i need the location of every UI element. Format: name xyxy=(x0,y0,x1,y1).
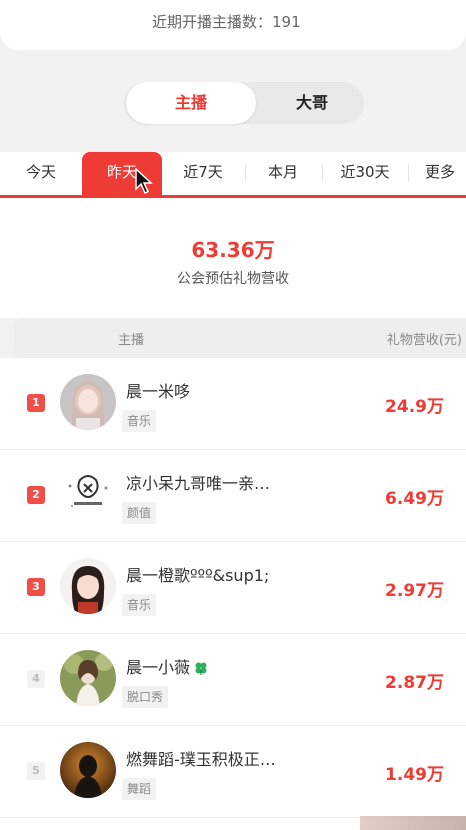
category-tag: 颜值 xyxy=(122,502,157,524)
revenue-amount: 6.49万 xyxy=(385,489,444,509)
column-revenue: 礼物营收(元) xyxy=(386,333,462,348)
column-anchor: 主播 xyxy=(118,333,145,348)
avatar[interactable] xyxy=(60,742,116,798)
tab-more[interactable]: 更多 xyxy=(414,152,466,195)
anchor-name: 晨一小薇 xyxy=(126,654,208,678)
stats-card: 近期开播主播数：191 xyxy=(0,0,466,50)
rank-badge: 5 xyxy=(27,762,45,780)
tab-divider xyxy=(408,164,409,182)
revenue-summary: 63.36万 公会预估礼物营收 xyxy=(0,198,466,318)
tab-today[interactable]: 今天 xyxy=(6,152,76,195)
text-logo-icon xyxy=(60,466,116,522)
app-screen: 近期开播主播数：191 主播 大哥 今天 昨天 近7天 本月 近30天 更多 6… xyxy=(0,0,466,830)
rank-badge: 4 xyxy=(27,670,45,688)
avatar[interactable] xyxy=(60,466,116,522)
clover-icon xyxy=(195,662,207,675)
revenue-amount: 2.87万 xyxy=(385,673,444,693)
table-row[interactable]: 5 燃舞蹈-璞玉积极正… 舞蹈 1.49万 xyxy=(0,726,466,818)
tab-30-days[interactable]: 近30天 xyxy=(326,152,404,195)
avatar[interactable] xyxy=(60,558,116,614)
table-row[interactable]: 2 凉小呆九哥唯一亲… 颜值 6.49万 xyxy=(0,450,466,542)
tab-7-days[interactable]: 近7天 xyxy=(166,152,240,195)
tab-big-brother[interactable]: 大哥 xyxy=(260,82,364,124)
category-tag: 音乐 xyxy=(122,594,157,616)
table-row[interactable]: 3 晨一橙歌ººº&sup1; 音乐 2.97万 xyxy=(0,542,466,634)
anchor-name: 凉小呆九哥唯一亲… xyxy=(126,474,271,493)
category-tag: 舞蹈 xyxy=(122,778,157,800)
revenue-amount: 1.49万 xyxy=(385,765,444,785)
cartoon-girl-icon xyxy=(60,558,116,614)
rank-badge: 2 xyxy=(27,486,45,504)
ranking-list: 1 晨一米哆 音乐 24.9万 2 凉小呆九哥唯一亲… 颜值 6.49万 3 晨… xyxy=(0,358,466,830)
anchor-name: 燃舞蹈-璞玉积极正… xyxy=(126,750,276,769)
revenue-amount: 24.9万 xyxy=(385,397,444,417)
ranking-table-header: 主播 礼物营收(元) xyxy=(14,318,466,358)
recent-live-count: 近期开播主播数：191 xyxy=(152,13,301,31)
revenue-label: 公会预估礼物营收 xyxy=(177,271,289,287)
anchor-name-text: 晨一小薇 xyxy=(126,658,191,677)
role-switch: 主播 大哥 xyxy=(124,82,364,124)
avatar-girl-icon xyxy=(60,374,116,430)
category-tag: 脱口秀 xyxy=(122,686,169,708)
outdoor-girl-icon xyxy=(60,650,116,706)
tab-divider xyxy=(245,164,246,182)
silhouette-icon xyxy=(60,742,116,798)
avatar[interactable] xyxy=(60,650,116,706)
tab-this-month[interactable]: 本月 xyxy=(248,152,318,195)
table-row[interactable]: 1 晨一米哆 音乐 24.9万 xyxy=(0,358,466,450)
rank-badge: 1 xyxy=(27,394,45,412)
category-tag: 音乐 xyxy=(122,410,157,432)
anchor-name: 晨一橙歌ººº&sup1; xyxy=(126,566,270,585)
avatar[interactable] xyxy=(60,374,116,430)
tab-divider xyxy=(322,164,323,182)
tab-anchor[interactable]: 主播 xyxy=(126,82,256,124)
revenue-value: 63.36万 xyxy=(191,238,275,262)
mouse-cursor-icon xyxy=(135,168,153,194)
table-row[interactable]: 4 晨一小薇 脱口秀 2.87万 xyxy=(0,634,466,726)
video-edge xyxy=(360,816,466,830)
rank-badge: 3 xyxy=(27,578,45,596)
revenue-amount: 2.97万 xyxy=(385,581,444,601)
time-range-tabs: 今天 昨天 近7天 本月 近30天 更多 xyxy=(0,152,466,198)
anchor-name: 晨一米哆 xyxy=(126,382,191,401)
